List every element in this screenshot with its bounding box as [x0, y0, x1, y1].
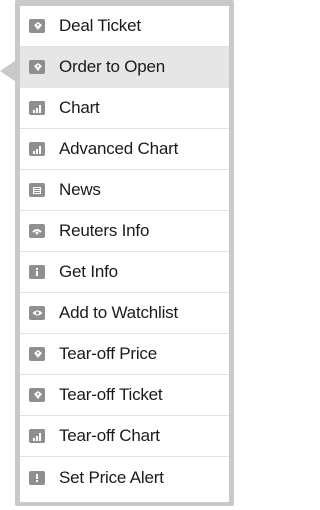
menu-item-add-to-watchlist[interactable]: Add to Watchlist: [20, 293, 229, 334]
bar-chart-icon: [29, 429, 45, 443]
eye-icon: [29, 306, 45, 320]
menu-item-label: Order to Open: [59, 57, 166, 76]
menu-item-label: Tear-off Ticket: [59, 385, 163, 404]
menu-item-deal-ticket[interactable]: Deal Ticket: [20, 6, 229, 47]
newspaper-icon: [29, 183, 45, 197]
menu-item-label: Advanced Chart: [59, 139, 179, 158]
ticket-icon: [29, 60, 45, 74]
bar-chart-icon: [29, 101, 45, 115]
menu-item-get-info[interactable]: Get Info: [20, 252, 229, 293]
info-icon: [29, 265, 45, 279]
menu-item-news[interactable]: News: [20, 170, 229, 211]
context-menu-popover: Deal Ticket Order to Open Chart Advanced…: [0, 0, 242, 510]
menu-item-label: Tear-off Chart: [59, 426, 160, 445]
ticket-icon: [29, 388, 45, 402]
menu-item-label: Set Price Alert: [59, 467, 164, 487]
menu-item-set-price-alert[interactable]: Set Price Alert: [20, 457, 229, 498]
menu-item-order-to-open[interactable]: Order to Open: [20, 47, 229, 88]
menu-item-reuters-info[interactable]: Reuters Info: [20, 211, 229, 252]
context-menu: Deal Ticket Order to Open Chart Advanced…: [15, 0, 234, 506]
menu-list: Deal Ticket Order to Open Chart Advanced…: [20, 6, 229, 502]
ticket-icon: [29, 19, 45, 33]
menu-item-chart[interactable]: Chart: [20, 88, 229, 129]
menu-item-label: Reuters Info: [59, 221, 150, 240]
alert-icon: [29, 470, 45, 485]
menu-item-tear-off-chart[interactable]: Tear-off Chart: [20, 416, 229, 457]
menu-item-label: Chart: [59, 98, 100, 117]
ticket-icon: [29, 347, 45, 361]
menu-item-label: Add to Watchlist: [59, 303, 178, 322]
bar-chart-icon: [29, 142, 45, 156]
menu-item-advanced-chart[interactable]: Advanced Chart: [20, 129, 229, 170]
reuters-icon: [29, 224, 45, 238]
menu-item-tear-off-ticket[interactable]: Tear-off Ticket: [20, 375, 229, 416]
menu-item-label: Deal Ticket: [59, 16, 141, 35]
menu-item-label: News: [59, 180, 101, 199]
menu-item-label: Get Info: [59, 262, 118, 281]
menu-item-label: Tear-off Price: [59, 344, 157, 363]
menu-item-tear-off-price[interactable]: Tear-off Price: [20, 334, 229, 375]
